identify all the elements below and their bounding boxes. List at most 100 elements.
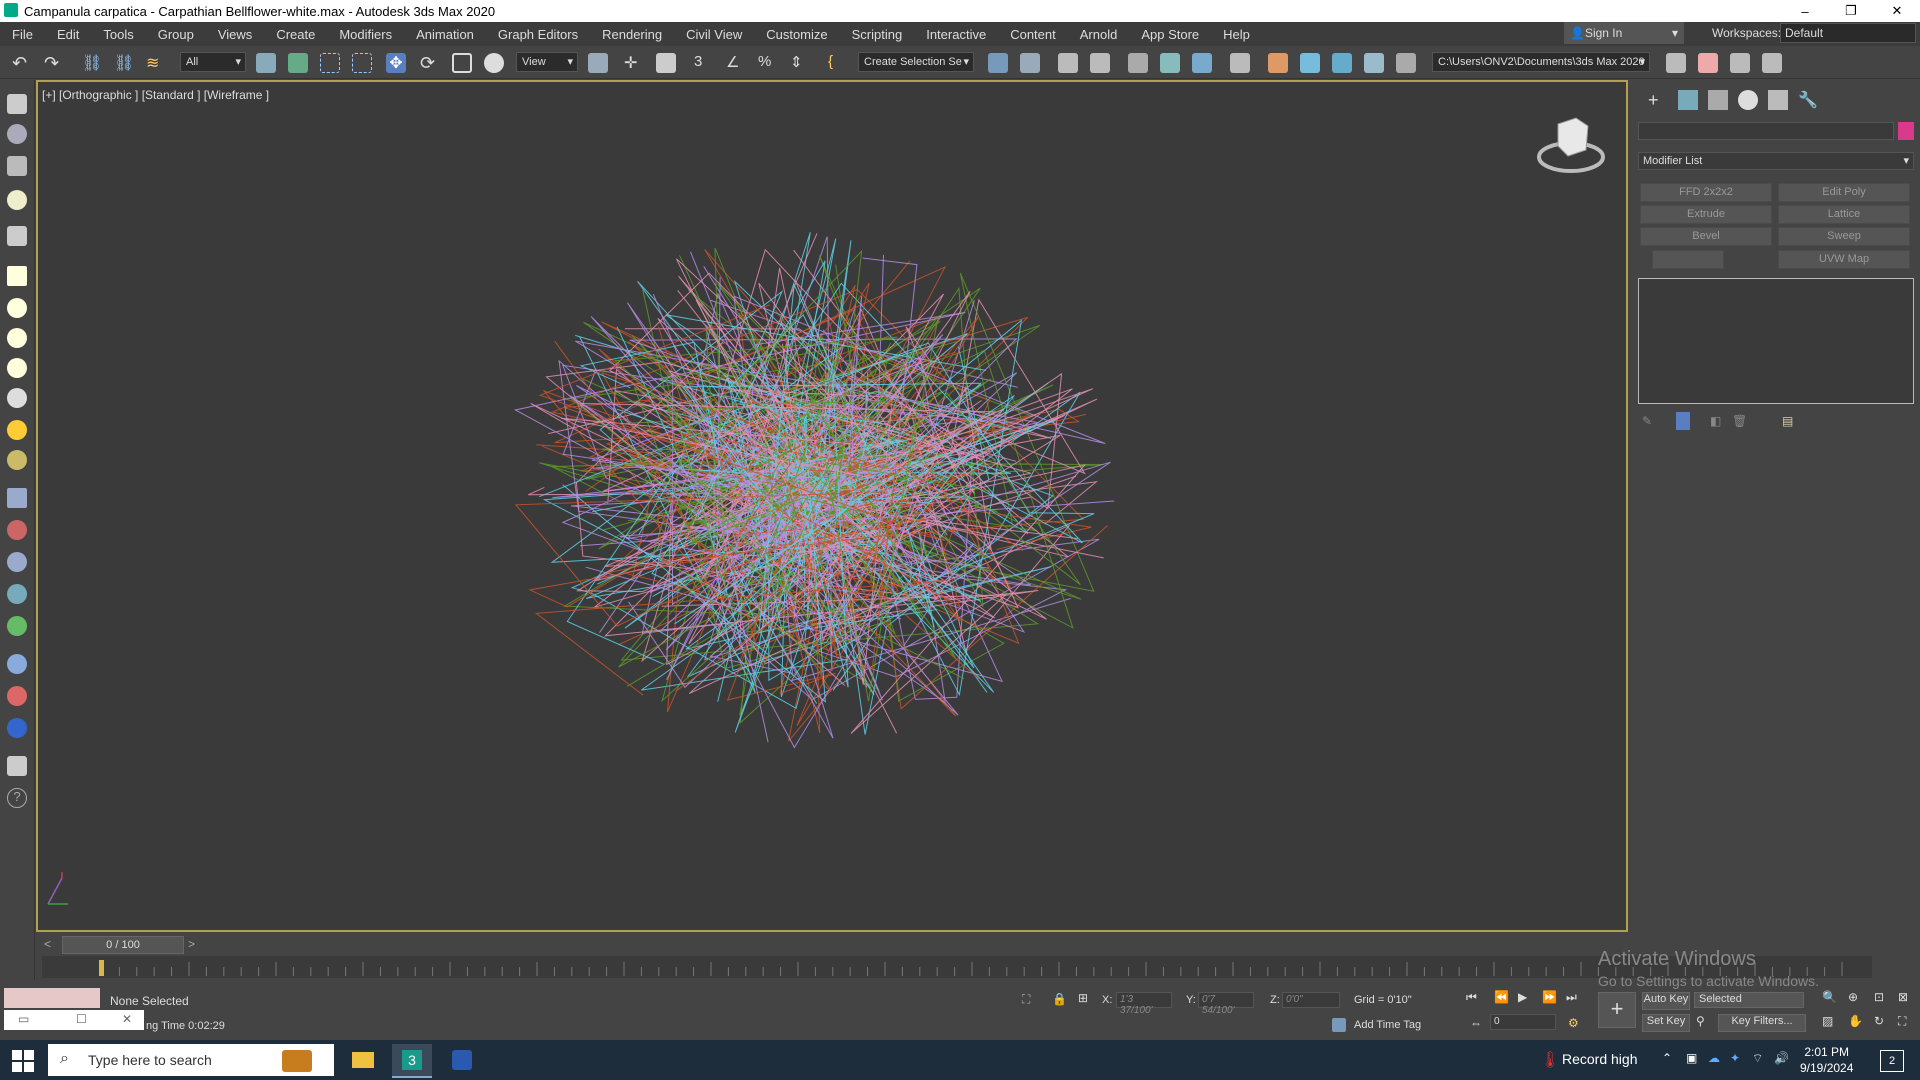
named-selection-dropdown[interactable]: Create Selection Se ▾ <box>858 52 974 72</box>
next-key-icon[interactable]: ⏩ <box>1542 990 1557 1004</box>
file-explorer-icon[interactable] <box>342 1044 382 1076</box>
zoom-extents-icon[interactable]: ⊡ <box>1874 990 1884 1004</box>
z-coordinate[interactable]: 0'0" <box>1282 992 1340 1008</box>
rotate-icon[interactable]: ⟳ <box>420 53 440 73</box>
snaps-toggle-icon[interactable]: 3 <box>694 53 714 73</box>
hemisphere-icon[interactable] <box>7 298 27 318</box>
sun-icon[interactable] <box>7 420 27 440</box>
select-object-icon[interactable] <box>256 53 276 73</box>
set-key-button[interactable]: Set Key <box>1642 1014 1690 1032</box>
key-filters-button[interactable]: Key Filters... <box>1718 1014 1806 1032</box>
time-tag-icon[interactable] <box>1332 1018 1346 1032</box>
make-unique-icon[interactable]: ◧ <box>1710 414 1721 428</box>
pin-stack-icon[interactable]: ✎ <box>1642 414 1652 428</box>
close-container-icon[interactable] <box>1762 53 1782 73</box>
cone-icon[interactable] <box>7 388 27 408</box>
restore-icon[interactable]: ▭ <box>18 1012 29 1026</box>
select-manipulate-icon[interactable]: ✛ <box>624 53 644 73</box>
menu-scripting[interactable]: Scripting <box>840 27 915 42</box>
dropbox-icon[interactable]: ✦ <box>1730 1051 1740 1065</box>
extrude-button[interactable]: Extrude <box>1640 205 1772 224</box>
freeform-icon[interactable] <box>7 156 27 176</box>
grid-icon[interactable] <box>7 488 27 508</box>
spinner-snap-icon[interactable]: ⇕ <box>790 53 810 73</box>
scale-icon[interactable] <box>452 53 472 73</box>
go-to-start-icon[interactable]: ⏮ <box>1466 990 1477 1005</box>
sign-in-dropdown[interactable]: 👤 Sign In ▾ <box>1564 22 1684 44</box>
key-filter-icon[interactable]: ⚲ <box>1696 1014 1705 1028</box>
menu-group[interactable]: Group <box>146 27 206 42</box>
empty-modifier-button[interactable] <box>1652 250 1724 269</box>
onedrive-icon[interactable]: ☁ <box>1708 1051 1720 1065</box>
rectangular-selection-icon[interactable] <box>320 53 340 73</box>
zoom-icon[interactable]: 🔍 <box>1822 990 1837 1004</box>
weather-text[interactable]: Record high <box>1562 1051 1638 1067</box>
previous-key-icon[interactable]: ⏪ <box>1494 990 1509 1004</box>
show-hidden-icons-icon[interactable]: ⌃ <box>1662 1051 1672 1065</box>
viewport[interactable]: [+] [Orthographic ] [Standard ] [Wirefra… <box>36 80 1628 932</box>
edit-poly-button[interactable]: Edit Poly <box>1778 183 1910 202</box>
zoom-extents-all-icon[interactable]: ⊠ <box>1898 990 1908 1004</box>
key-mode-dropdown[interactable]: Selected <box>1694 992 1804 1008</box>
field-of-view-icon[interactable]: ▨ <box>1822 1014 1833 1028</box>
modify-tab-icon[interactable] <box>1678 90 1698 110</box>
inherit-container-icon[interactable] <box>1698 53 1718 73</box>
menu-customize[interactable]: Customize <box>754 27 839 42</box>
wireframe-plant[interactable] <box>38 82 1626 930</box>
reference-coordinate-dropdown[interactable]: View ▾ <box>516 52 578 72</box>
menu-views[interactable]: Views <box>206 27 264 42</box>
object-color-swatch[interactable] <box>1898 122 1914 140</box>
lattice-button[interactable]: Lattice <box>1778 205 1910 224</box>
plane-icon[interactable] <box>7 266 27 286</box>
menu-animation[interactable]: Animation <box>404 27 486 42</box>
hierarchy-tab-icon[interactable] <box>1708 90 1728 110</box>
align-icon[interactable] <box>1020 53 1040 73</box>
light-icon[interactable] <box>7 190 27 210</box>
minimize-button[interactable]: – <box>1782 0 1828 22</box>
schematic-view-icon[interactable] <box>1192 53 1212 73</box>
current-frame-marker[interactable] <box>99 960 104 976</box>
placement-icon[interactable] <box>484 53 504 73</box>
render-setup-icon[interactable] <box>1268 53 1288 73</box>
show-end-result-icon[interactable] <box>1676 412 1690 430</box>
open-container-icon[interactable] <box>1730 53 1750 73</box>
pan-icon[interactable]: ✋ <box>1848 1014 1863 1028</box>
add-time-tag[interactable]: Add Time Tag <box>1354 1019 1421 1031</box>
material-sphere-icon[interactable] <box>7 654 27 674</box>
camera-icon[interactable] <box>7 226 27 246</box>
utilities-tab-icon[interactable]: 🔧 <box>1798 90 1818 110</box>
close-button[interactable]: ✕ <box>1874 0 1920 22</box>
menu-app-store[interactable]: App Store <box>1129 27 1211 42</box>
volume-icon[interactable]: 🔊 <box>1774 1051 1789 1065</box>
y-coordinate[interactable]: 0'7 54/100' <box>1198 992 1254 1016</box>
pivot-center-icon[interactable] <box>588 53 608 73</box>
remove-modifier-icon[interactable]: 🗑 <box>1732 414 1747 428</box>
display-tab-icon[interactable] <box>1768 90 1788 110</box>
select-by-name-icon[interactable] <box>288 53 308 73</box>
close-small-icon[interactable]: ✕ <box>122 1012 132 1026</box>
menu-edit[interactable]: Edit <box>45 27 91 42</box>
isolate-selection-icon[interactable]: ⛶ <box>1022 992 1030 1007</box>
menu-rendering[interactable]: Rendering <box>590 27 674 42</box>
maxscript-listener[interactable] <box>4 988 100 1008</box>
menu-modifiers[interactable]: Modifiers <box>327 27 404 42</box>
menu-graph-editors[interactable]: Graph Editors <box>486 27 590 42</box>
sphere-icon[interactable] <box>7 328 27 348</box>
auto-key-button[interactable]: Auto Key <box>1642 992 1690 1010</box>
keyboard-shortcut-override-icon[interactable] <box>656 53 676 73</box>
particles-icon[interactable] <box>7 520 27 540</box>
help-icon[interactable]: ? <box>7 788 27 808</box>
rendered-frame-window-icon[interactable] <box>1300 53 1320 73</box>
bind-spacewarp-icon[interactable]: ≋ <box>146 53 166 73</box>
ribbon-icon[interactable] <box>1128 53 1148 73</box>
system-clock[interactable]: 2:01 PM 9/19/2024 <box>1800 1044 1853 1076</box>
object-name-field[interactable] <box>1638 122 1894 140</box>
project-folder-dropdown[interactable]: C:\Users\ONV2\Documents\3ds Max 2020 ▾ <box>1432 52 1650 72</box>
taskbar-search[interactable]: ⌕ Type here to search <box>48 1044 334 1076</box>
menu-content[interactable]: Content <box>998 27 1068 42</box>
key-mode-toggle-icon[interactable]: ⇔ <box>1470 1016 1482 1030</box>
curve-editor-icon[interactable] <box>1160 53 1180 73</box>
render-production-icon[interactable] <box>1332 53 1352 73</box>
menu-civil-view[interactable]: Civil View <box>674 27 754 42</box>
x-coordinate[interactable]: 1'3 37/100' <box>1116 992 1172 1016</box>
